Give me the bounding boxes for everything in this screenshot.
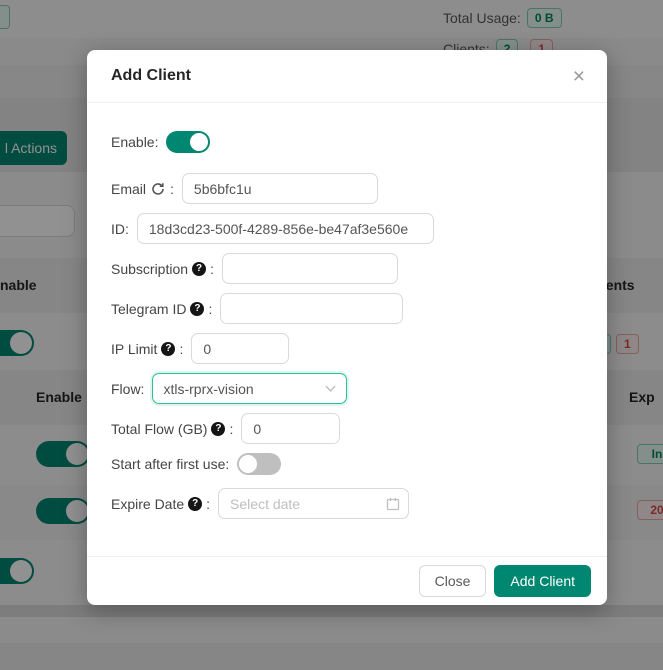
subscription-input[interactable]: [222, 253, 398, 284]
email-label: Email :: [111, 181, 174, 197]
modal-footer: Close Add Client: [87, 556, 607, 605]
total-flow-input[interactable]: [241, 413, 340, 444]
help-icon[interactable]: ?: [190, 302, 204, 316]
help-icon[interactable]: ?: [161, 342, 175, 356]
subscription-row: Subscription ? :: [111, 253, 583, 284]
total-flow-label: Total Flow (GB) ? :: [111, 421, 233, 437]
start-after-first-use-label: Start after first use:: [111, 456, 229, 472]
modal-body: Enable: Email : ID: Subscription ? :: [87, 103, 607, 556]
regenerate-email-icon[interactable]: [151, 182, 165, 196]
start-after-first-use-toggle[interactable]: [237, 453, 281, 475]
add-client-modal: Add Client × Enable: Email : ID: Subscri…: [87, 50, 607, 605]
help-icon[interactable]: ?: [211, 422, 225, 436]
modal-title: Add Client: [111, 67, 191, 85]
email-row: Email :: [111, 173, 583, 204]
add-client-button[interactable]: Add Client: [494, 565, 591, 597]
total-flow-row: Total Flow (GB) ? :: [111, 413, 583, 444]
id-row: ID:: [111, 213, 583, 244]
expire-date-input[interactable]: [218, 488, 409, 519]
chevron-down-icon: [325, 385, 336, 392]
expire-date-label: Expire Date ? :: [111, 496, 210, 512]
ip-limit-input[interactable]: [191, 333, 289, 364]
ip-limit-row: IP Limit ? :: [111, 333, 583, 364]
close-icon[interactable]: ×: [573, 66, 585, 87]
telegram-id-row: Telegram ID ? :: [111, 293, 583, 324]
ip-limit-label: IP Limit ? :: [111, 341, 183, 357]
enable-row: Enable:: [111, 131, 583, 153]
help-icon[interactable]: ?: [188, 497, 202, 511]
expire-date-picker[interactable]: [218, 488, 409, 519]
help-icon[interactable]: ?: [192, 262, 206, 276]
id-input[interactable]: [137, 213, 434, 244]
flow-select[interactable]: xtls-rprx-vision: [152, 373, 347, 404]
telegram-id-input[interactable]: [220, 293, 403, 324]
enable-label: Enable:: [111, 134, 158, 150]
subscription-label: Subscription ? :: [111, 261, 214, 277]
id-label: ID:: [111, 221, 129, 237]
flow-selected-value: xtls-rprx-vision: [163, 381, 253, 397]
enable-toggle[interactable]: [166, 131, 210, 153]
flow-row: Flow: xtls-rprx-vision: [111, 373, 583, 404]
modal-header: Add Client ×: [87, 50, 607, 103]
start-after-first-use-row: Start after first use:: [111, 453, 583, 475]
telegram-id-label: Telegram ID ? :: [111, 301, 212, 317]
close-button[interactable]: Close: [419, 565, 487, 597]
flow-label: Flow:: [111, 381, 144, 397]
expire-date-row: Expire Date ? :: [111, 488, 583, 519]
email-input[interactable]: [182, 173, 378, 204]
